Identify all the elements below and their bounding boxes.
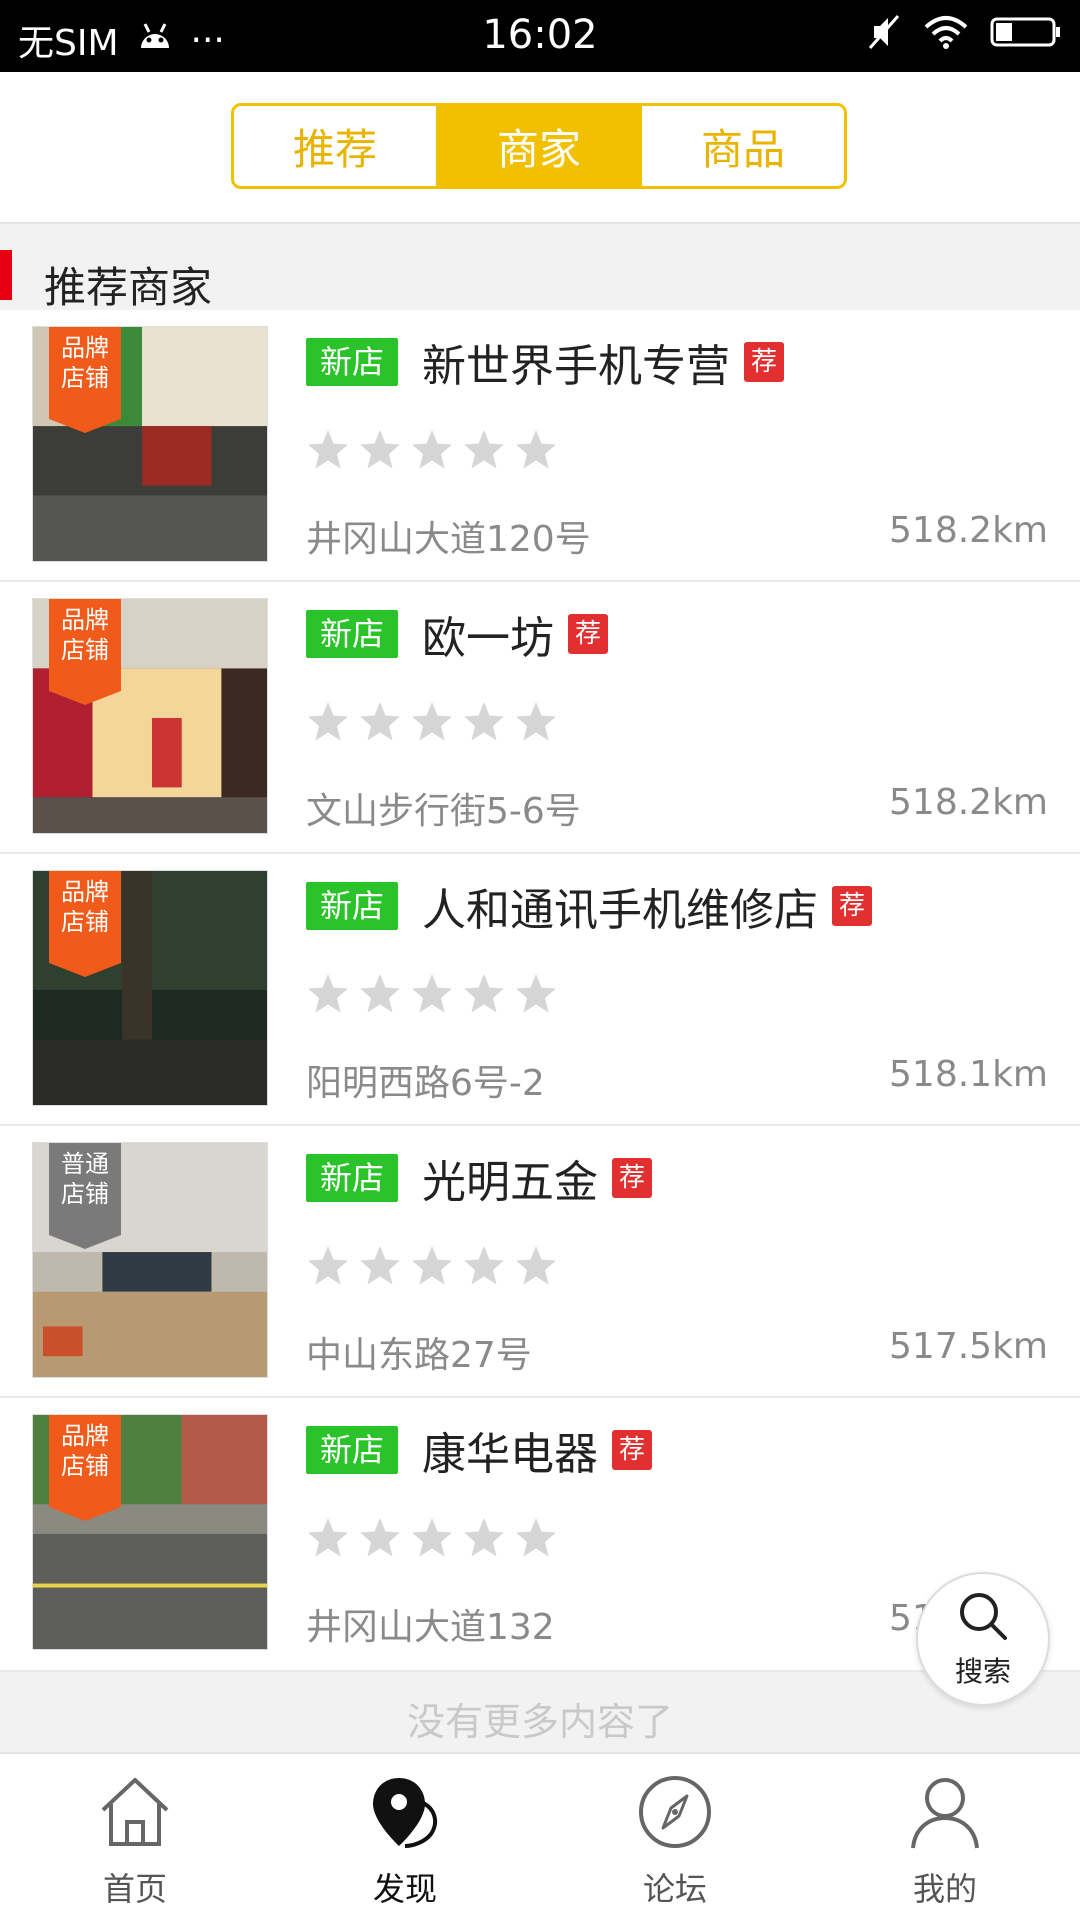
battery-icon bbox=[990, 16, 1062, 52]
tab-recommend[interactable]: 推荐 bbox=[234, 106, 436, 186]
star-icon bbox=[308, 974, 348, 1013]
user-icon bbox=[905, 1772, 985, 1856]
section-accent-bar bbox=[0, 250, 12, 300]
star-icon bbox=[308, 1518, 348, 1557]
nav-mine-label: 我的 bbox=[912, 1870, 977, 1908]
shop-distance: 517.5km bbox=[889, 1326, 1048, 1367]
nav-forum-label: 论坛 bbox=[642, 1870, 707, 1908]
shop-name: 人和通讯手机维修店 bbox=[422, 885, 818, 936]
nav-discover[interactable]: 发现 bbox=[270, 1754, 540, 1922]
star-icon bbox=[308, 702, 348, 741]
nav-mine[interactable]: 我的 bbox=[810, 1754, 1080, 1922]
new-store-tag: 新店 bbox=[306, 610, 399, 658]
star-icon bbox=[412, 1246, 452, 1285]
nav-forum[interactable]: 论坛 bbox=[540, 1754, 810, 1922]
star-icon bbox=[516, 702, 556, 741]
new-store-tag: 新店 bbox=[306, 1154, 399, 1202]
shop-distance: 518.1km bbox=[889, 1054, 1048, 1095]
recommend-tag: 荐 bbox=[832, 886, 872, 926]
star-icon bbox=[516, 1246, 556, 1285]
star-icon bbox=[412, 702, 452, 741]
recommend-tag: 荐 bbox=[744, 342, 784, 382]
brand-store-badge: 品牌 店铺 bbox=[49, 1415, 121, 1521]
shop-address: 文山步行街5-6号 bbox=[306, 791, 581, 832]
shop-address: 中山东路27号 bbox=[306, 1335, 532, 1376]
brand-store-badge: 品牌 店铺 bbox=[49, 871, 121, 977]
discover-pin-icon bbox=[365, 1772, 445, 1856]
shop-row[interactable]: 品牌 店铺 新店 欧一坊 荐 文山步行街5-6号 518.2km bbox=[0, 582, 1080, 854]
rating-stars bbox=[306, 1516, 558, 1560]
star-icon bbox=[464, 430, 504, 469]
search-button[interactable]: 搜索 bbox=[916, 1572, 1050, 1706]
shop-photo: 品牌 店铺 bbox=[32, 870, 268, 1106]
wifi-icon bbox=[924, 15, 968, 53]
star-icon bbox=[360, 702, 400, 741]
star-icon bbox=[412, 974, 452, 1013]
shop-address: 阳明西路6号-2 bbox=[306, 1063, 545, 1104]
star-icon bbox=[360, 1246, 400, 1285]
shop-name: 欧一坊 bbox=[422, 613, 554, 664]
rating-stars bbox=[306, 1244, 558, 1288]
star-icon bbox=[464, 702, 504, 741]
shop-distance: 518.2km bbox=[889, 782, 1048, 823]
star-icon bbox=[516, 974, 556, 1013]
search-label: 搜索 bbox=[954, 1655, 1011, 1688]
recommend-tag: 荐 bbox=[612, 1430, 652, 1470]
recommend-tag: 荐 bbox=[568, 614, 608, 654]
shop-name: 新世界手机专营 bbox=[422, 341, 730, 392]
star-icon bbox=[516, 1518, 556, 1557]
shop-row[interactable]: 品牌 店铺 新店 新世界手机专营 荐 井冈山大道120号 518.2km bbox=[0, 310, 1080, 582]
end-of-list-note: 没有更多内容了 bbox=[0, 1672, 1080, 1752]
nav-discover-label: 发现 bbox=[372, 1870, 437, 1908]
star-icon bbox=[360, 430, 400, 469]
recommend-tag: 荐 bbox=[612, 1158, 652, 1198]
shop-name: 康华电器 bbox=[422, 1429, 598, 1480]
brand-store-badge: 品牌 店铺 bbox=[49, 327, 121, 433]
star-icon bbox=[464, 1246, 504, 1285]
rating-stars bbox=[306, 700, 558, 744]
compass-icon bbox=[635, 1772, 715, 1856]
star-icon bbox=[308, 430, 348, 469]
home-icon bbox=[95, 1772, 175, 1856]
search-icon bbox=[955, 1588, 1011, 1648]
section-header: 推荐商家 bbox=[0, 224, 1080, 312]
shop-photo: 品牌 店铺 bbox=[32, 326, 268, 562]
brand-store-badge: 品牌 店铺 bbox=[49, 599, 121, 705]
section-title: 推荐商家 bbox=[44, 263, 213, 312]
tab-merchants[interactable]: 商家 bbox=[436, 106, 640, 186]
star-icon bbox=[360, 1518, 400, 1557]
regular-store-badge: 普通 店铺 bbox=[49, 1143, 121, 1249]
shop-photo: 品牌 店铺 bbox=[32, 598, 268, 834]
shop-name: 光明五金 bbox=[422, 1157, 598, 1208]
star-icon bbox=[412, 430, 452, 469]
nav-home-label: 首页 bbox=[102, 1870, 167, 1908]
top-header: 推荐 商家 商品 bbox=[0, 72, 1080, 224]
nav-home[interactable]: 首页 bbox=[0, 1754, 270, 1922]
shop-address: 井冈山大道120号 bbox=[306, 519, 591, 560]
shop-photo: 普通 店铺 bbox=[32, 1142, 268, 1378]
star-icon bbox=[464, 1518, 504, 1557]
tab-products[interactable]: 商品 bbox=[640, 106, 844, 186]
new-store-tag: 新店 bbox=[306, 1426, 399, 1474]
star-icon bbox=[360, 974, 400, 1013]
shop-row[interactable]: 普通 店铺 新店 光明五金 荐 中山东路27号 517.5km bbox=[0, 1126, 1080, 1398]
star-icon bbox=[464, 974, 504, 1013]
shop-row[interactable]: 品牌 店铺 新店 人和通讯手机维修店 荐 阳明西路6号-2 518.1km bbox=[0, 854, 1080, 1126]
star-icon bbox=[516, 430, 556, 469]
shop-address: 井冈山大道132 bbox=[306, 1607, 555, 1648]
shop-list: 品牌 店铺 新店 新世界手机专营 荐 井冈山大道120号 518.2km 品牌 … bbox=[0, 310, 1080, 1672]
bottom-nav: 首页 发现 论坛 我的 bbox=[0, 1752, 1080, 1922]
rating-stars bbox=[306, 428, 558, 472]
rating-stars bbox=[306, 972, 558, 1016]
segment-control: 推荐 商家 商品 bbox=[231, 103, 847, 189]
star-icon bbox=[412, 1518, 452, 1557]
shop-photo: 品牌 店铺 bbox=[32, 1414, 268, 1650]
new-store-tag: 新店 bbox=[306, 882, 399, 930]
mute-icon bbox=[868, 14, 902, 54]
new-store-tag: 新店 bbox=[306, 338, 399, 386]
star-icon bbox=[308, 1246, 348, 1285]
shop-distance: 518.2km bbox=[889, 510, 1048, 551]
status-bar: 无SIM ··· 16:02 bbox=[0, 0, 1080, 72]
